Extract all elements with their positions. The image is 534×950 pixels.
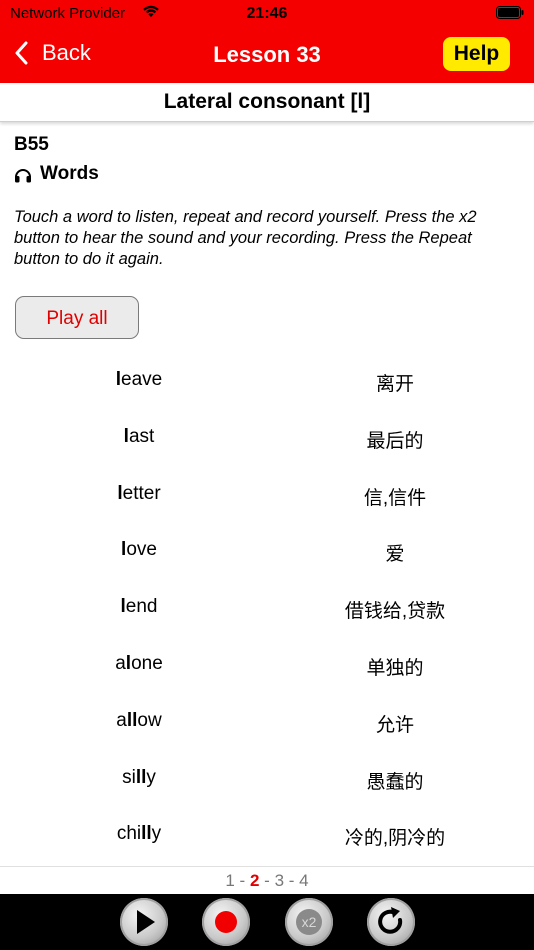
status-bar: Network Provider 21:46 bbox=[0, 0, 534, 28]
page-separator: - bbox=[264, 871, 270, 890]
audio-toolbar: x2 bbox=[0, 894, 534, 950]
word-row[interactable]: allow 允许 bbox=[0, 693, 534, 750]
x2-icon: x2 bbox=[296, 909, 322, 935]
navigation-bar: Back Lesson 33 Help bbox=[0, 28, 534, 83]
battery-icon bbox=[496, 6, 524, 19]
word-translation: 允许 bbox=[375, 714, 414, 736]
word-english: silly bbox=[122, 766, 156, 788]
word-translation: 愚蠢的 bbox=[366, 771, 424, 793]
word-row[interactable]: leave 离开 bbox=[0, 352, 534, 409]
page-indicator: 1 - 2 - 3 - 4 bbox=[0, 866, 534, 895]
record-button[interactable] bbox=[202, 898, 250, 946]
word-translation: 离开 bbox=[375, 374, 414, 395]
page-3-link[interactable]: 3 bbox=[275, 871, 284, 890]
svg-text:x2: x2 bbox=[302, 914, 317, 930]
word-english: alone bbox=[115, 652, 163, 674]
section-heading: Words bbox=[14, 163, 99, 185]
instructions-text: Touch a word to listen, repeat and recor… bbox=[14, 208, 477, 268]
word-translation: 借钱给,贷款 bbox=[344, 601, 446, 623]
section-heading-label: Words bbox=[40, 163, 99, 184]
play-all-button[interactable]: Play all bbox=[15, 296, 139, 339]
page-separator: - bbox=[239, 871, 246, 890]
word-list: leave 离开 last 最后的 letter 信,信件 love 爱 len… bbox=[0, 352, 534, 863]
record-icon bbox=[215, 911, 237, 933]
page-separator: - bbox=[288, 871, 295, 890]
page-4-link[interactable]: 4 bbox=[299, 871, 308, 890]
word-translation: 信,信件 bbox=[363, 487, 427, 509]
word-translation: 最后的 bbox=[366, 430, 424, 452]
word-english: love bbox=[121, 539, 157, 561]
word-translation: 冷的,阴冷的 bbox=[344, 828, 446, 850]
word-row[interactable]: chilly 冷的,阴冷的 bbox=[0, 806, 534, 863]
repeat-icon bbox=[378, 907, 403, 934]
word-row[interactable]: last 最后的 bbox=[0, 409, 534, 466]
word-english: last bbox=[123, 425, 155, 447]
word-english: allow bbox=[116, 709, 162, 731]
lesson-subtitle: Lateral consonant [l] bbox=[0, 83, 534, 122]
play-icon bbox=[137, 910, 155, 934]
word-english: lend bbox=[120, 596, 158, 618]
clock: 21:46 bbox=[246, 5, 288, 22]
word-row[interactable]: lend 借钱给,贷款 bbox=[0, 579, 534, 636]
word-row[interactable]: silly 愚蠢的 bbox=[0, 750, 534, 807]
play-button[interactable] bbox=[120, 898, 168, 946]
word-row[interactable]: love 爱 bbox=[0, 522, 534, 579]
repeat-button[interactable] bbox=[367, 898, 415, 946]
word-translation: 爱 bbox=[385, 544, 405, 566]
word-row[interactable]: alone 单独的 bbox=[0, 636, 534, 693]
x2-button[interactable]: x2 bbox=[285, 898, 333, 946]
word-english: chilly bbox=[116, 823, 162, 845]
page-1-link[interactable]: 1 bbox=[225, 871, 234, 890]
word-english: leave bbox=[115, 369, 163, 390]
help-button[interactable]: Help bbox=[443, 37, 510, 71]
word-english: letter bbox=[117, 482, 161, 504]
word-translation: 单独的 bbox=[366, 657, 424, 679]
page-2-link[interactable]: 2 bbox=[250, 871, 259, 890]
headphones-icon bbox=[15, 168, 31, 182]
header-bar: Network Provider 21:46 Back Lesson 33 He… bbox=[0, 0, 534, 83]
word-row[interactable]: letter 信,信件 bbox=[0, 466, 534, 523]
section-code: B55 bbox=[14, 134, 49, 155]
